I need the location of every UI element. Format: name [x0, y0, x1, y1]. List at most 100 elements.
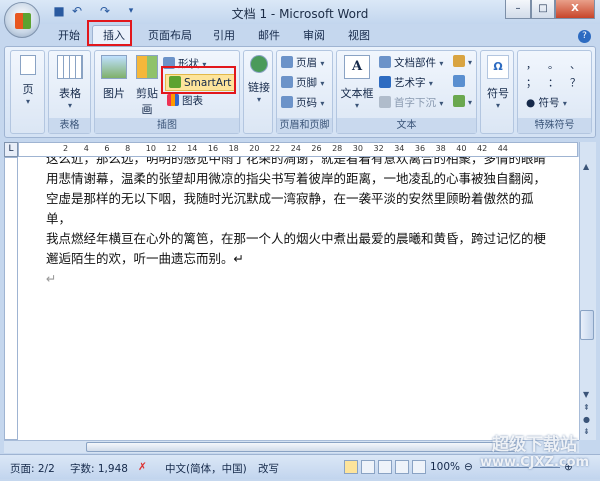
clipart-button[interactable]: 剪贴画 — [131, 55, 163, 117]
object-button[interactable]: ▾ — [453, 95, 472, 108]
next-page-icon[interactable]: ⇟ — [583, 427, 590, 436]
quickparts-label: 文档部件 — [394, 57, 436, 69]
browse-object-icon[interactable]: ● — [583, 415, 590, 424]
document-line: 我点燃经年横亘在心外的篱笆，在那一个人的烟火中煮出最爱的晨曦和黄昏，跨过记忆的梗 — [46, 231, 547, 246]
textbox-icon: A — [344, 55, 370, 79]
special-symbol-button[interactable]: ● 符号 ▾ — [526, 95, 567, 110]
header-button[interactable]: 页眉 ▾ — [281, 55, 324, 70]
group-label-tables: 表格 — [49, 118, 90, 133]
special-char-comma[interactable]: ， — [526, 57, 537, 72]
scroll-up-icon[interactable]: ▲ — [583, 162, 589, 171]
web-layout-icon[interactable] — [378, 460, 392, 474]
proofing-icon[interactable]: ✗ — [138, 461, 147, 473]
zoom-out-icon[interactable]: ⊖ — [464, 461, 473, 473]
previous-page-icon[interactable]: ⇞ — [583, 403, 590, 412]
zoom-level[interactable]: 100% — [430, 461, 460, 473]
chart-button[interactable]: 图表 — [167, 93, 203, 108]
special-char-question[interactable]: ？ — [570, 75, 581, 90]
table-label: 表格 — [59, 87, 81, 100]
dropcap-icon — [379, 96, 391, 108]
special-char-period[interactable]: 。 — [548, 57, 559, 72]
office-button[interactable] — [4, 2, 40, 38]
minimize-button[interactable]: – — [505, 0, 531, 19]
tab-selector[interactable]: L — [4, 142, 18, 157]
dropcap-label: 首字下沉 — [394, 97, 436, 109]
special-char-dunhao[interactable]: 、 — [570, 57, 581, 72]
clipart-icon — [136, 55, 158, 79]
symbol-label: 符号 — [487, 87, 509, 100]
footer-label: 页脚 — [296, 77, 317, 89]
ruler-tick-label: 42 — [477, 144, 488, 153]
close-button[interactable]: X — [555, 0, 595, 19]
document-line: ↵ — [46, 271, 57, 286]
print-layout-icon[interactable] — [344, 460, 358, 474]
document-line: 用悲情谢幕，温柔的张望却用微凉的指尖书写着彼岸的距离，一地凌乱的心事被独自翻阅， — [46, 171, 547, 186]
table-button[interactable]: 表格 ▾ — [55, 55, 85, 110]
outline-icon[interactable] — [395, 460, 409, 474]
draft-icon[interactable] — [412, 460, 426, 474]
tab-page-layout[interactable]: 页面布局 — [148, 27, 192, 43]
page-number-button[interactable]: 页码 ▾ — [281, 95, 324, 110]
quickparts-button[interactable]: 文档部件 ▾ — [379, 55, 443, 70]
page-number-label: 页码 — [296, 97, 317, 109]
bullet-icon: ● — [526, 97, 539, 109]
tab-mailings[interactable]: 邮件 — [258, 27, 280, 43]
tab-references[interactable]: 引用 — [213, 27, 235, 43]
help-icon[interactable]: ? — [578, 30, 591, 43]
dropcap-button[interactable]: 首字下沉 ▾ — [379, 95, 443, 110]
tab-view[interactable]: 视图 — [348, 27, 370, 43]
links-button[interactable]: 链接 ▾ — [245, 55, 273, 104]
tab-review[interactable]: 审阅 — [303, 27, 325, 43]
horizontal-ruler[interactable]: 2 4 6 8 10 12 14 16 18 20 22 24 26 28 30 32 34 36 38 40 42 44 — [18, 142, 578, 157]
ruler-tick-label: 34 — [394, 144, 405, 153]
pages-button[interactable]: 页 ▾ — [15, 55, 41, 106]
scroll-down-icon[interactable]: ▼ — [583, 390, 589, 399]
group-links: 链接 ▾ — [243, 50, 273, 134]
ruler-tick-label: 16 — [207, 144, 219, 153]
chart-icon — [167, 94, 179, 106]
tab-home[interactable]: 开始 — [58, 27, 80, 43]
document-page[interactable]: 这么近，那么远，明明的感觉中雨了花朵的凋谢，就是看着有意欢离合的相聚，多情的眼睛… — [18, 157, 579, 440]
status-mode[interactable]: 改写 — [258, 461, 279, 476]
document-body[interactable]: 这么近，那么远，明明的感觉中雨了花朵的凋谢，就是看着有意欢离合的相聚，多情的眼睛… — [46, 157, 556, 289]
special-char-semicolon[interactable]: ； — [526, 75, 537, 90]
footer-button[interactable]: 页脚 ▾ — [281, 75, 324, 90]
page-number-icon — [281, 96, 293, 108]
status-word-count[interactable]: 字数: 1,948 — [70, 461, 128, 476]
ruler-tick-label: 22 — [270, 144, 281, 153]
picture-button[interactable]: 图片 — [99, 55, 129, 101]
document-line: 邂逅陌生的欢，听一曲遗忘而别。↵ — [46, 251, 244, 266]
chart-label: 图表 — [182, 95, 203, 107]
status-page[interactable]: 页面: 2/2 — [10, 461, 55, 476]
symbol-button[interactable]: Ω 符号 ▾ — [483, 55, 513, 110]
header-icon — [281, 56, 293, 68]
watermark-line2: www.CJXZ.com — [480, 455, 590, 470]
special-symbol-label: 符号 — [538, 97, 560, 109]
datetime-button[interactable] — [453, 75, 468, 88]
status-language[interactable]: 中文(简体，中国) — [165, 461, 247, 476]
pages-label: 页 — [22, 83, 34, 96]
wordart-label: 艺术字 — [394, 77, 426, 89]
clipart-label: 剪贴画 — [136, 87, 158, 116]
signature-button[interactable]: ▾ — [453, 55, 472, 68]
header-label: 页眉 — [296, 57, 317, 69]
vertical-ruler[interactable] — [4, 157, 18, 440]
full-screen-reading-icon[interactable] — [361, 460, 375, 474]
group-pages: 页 ▾ — [10, 50, 45, 134]
wordart-button[interactable]: 艺术字 ▾ — [379, 75, 433, 90]
table-icon — [57, 55, 83, 79]
maximize-button[interactable]: □ — [531, 0, 555, 19]
textbox-button[interactable]: A 文本框 ▾ — [339, 55, 375, 110]
ruler-tick-label: 12 — [166, 144, 177, 153]
group-label-header-footer: 页眉和页脚 — [277, 118, 332, 133]
horizontal-scroll-thumb[interactable] — [86, 442, 516, 452]
ruler-tick-label: 38 — [435, 144, 446, 153]
ruler-tick-label: 36 — [414, 144, 426, 153]
vertical-scroll-thumb[interactable] — [580, 310, 594, 340]
footer-icon — [281, 76, 293, 88]
date-time-icon — [453, 75, 465, 87]
ruler-tick-label: 40 — [456, 144, 467, 153]
highlight-insert-tab — [87, 20, 132, 46]
signature-icon — [453, 55, 465, 67]
special-char-colon[interactable]: ： — [548, 75, 559, 90]
